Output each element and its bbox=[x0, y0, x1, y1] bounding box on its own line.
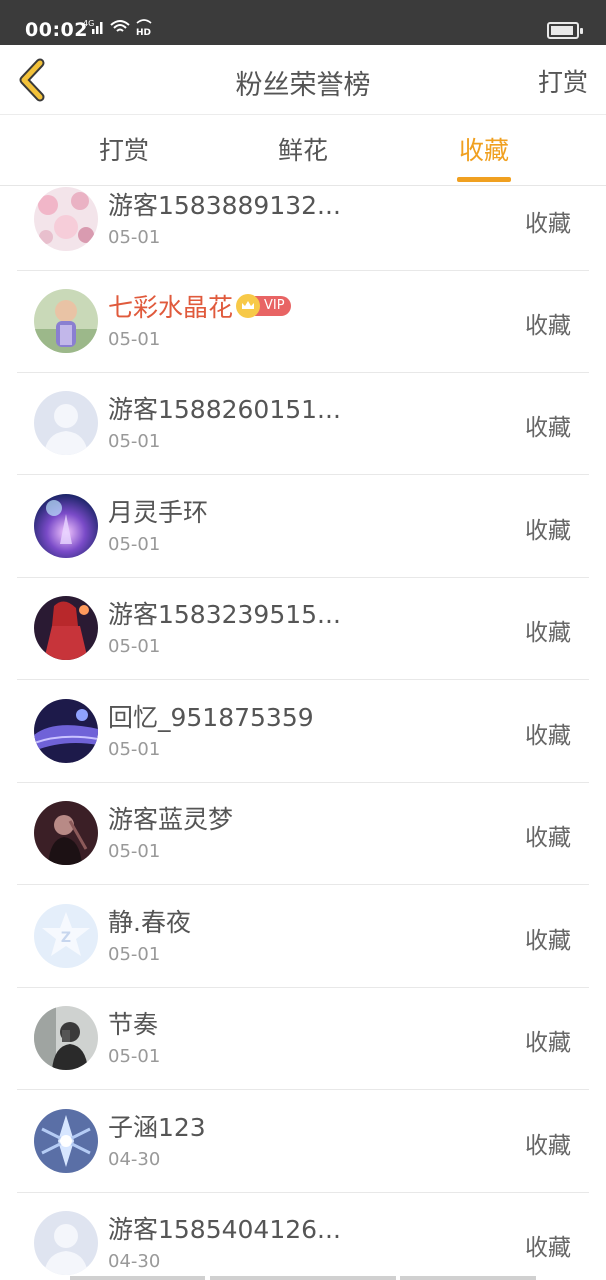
vip-badge: VIP bbox=[236, 294, 291, 318]
list-item[interactable]: 月灵手环 05-01 收藏 bbox=[17, 475, 589, 578]
user-name: 游客1585404126... bbox=[108, 1215, 341, 1244]
svg-text:Z: Z bbox=[61, 930, 71, 946]
action-label: 收藏 bbox=[525, 1235, 571, 1261]
crown-icon bbox=[236, 294, 261, 318]
user-name-text: 七彩水晶花 bbox=[108, 293, 234, 322]
item-date: 04-30 bbox=[108, 1251, 161, 1272]
hd-icon: HD bbox=[135, 18, 153, 40]
tab-favorites[interactable]: 收藏 bbox=[424, 116, 544, 186]
tab-bar: 打赏 鲜花 收藏 bbox=[0, 116, 606, 186]
signal-icon: 4G bbox=[83, 18, 105, 40]
user-name: 游客1583239515... bbox=[108, 600, 341, 629]
list-item[interactable]: 七彩水晶花 VIP 05-01 收藏 bbox=[17, 270, 589, 373]
hd-label: HD bbox=[136, 28, 151, 36]
avatar bbox=[34, 289, 98, 353]
wifi-icon bbox=[109, 18, 131, 40]
user-name: 静.春夜 bbox=[108, 908, 191, 937]
action-label: 收藏 bbox=[525, 211, 571, 237]
user-name: 游客1583889132... bbox=[108, 191, 341, 220]
avatar bbox=[34, 1109, 98, 1173]
item-date: 05-01 bbox=[108, 329, 161, 350]
item-date: 05-01 bbox=[108, 739, 161, 760]
user-name: 游客蓝灵梦 bbox=[108, 805, 234, 834]
action-label: 收藏 bbox=[525, 928, 571, 954]
list-item[interactable]: 游客1583889132... 05-01 收藏 bbox=[17, 186, 589, 271]
item-date: 05-01 bbox=[108, 636, 161, 657]
action-label: 收藏 bbox=[525, 620, 571, 646]
item-date: 04-30 bbox=[108, 1149, 161, 1170]
action-label: 收藏 bbox=[525, 313, 571, 339]
tab-flowers[interactable]: 鲜花 bbox=[243, 116, 363, 186]
qq-avatar-icon: Z bbox=[34, 904, 98, 968]
user-name: 七彩水晶花 VIP bbox=[108, 288, 291, 324]
user-name: 子涵123 bbox=[108, 1113, 206, 1142]
vip-label: VIP bbox=[255, 296, 291, 316]
bottom-divider bbox=[400, 1276, 536, 1280]
user-name: 月灵手环 bbox=[108, 498, 209, 527]
action-label: 收藏 bbox=[525, 1030, 571, 1056]
tab-tip[interactable]: 打赏 bbox=[64, 116, 184, 186]
nav-bar: 粉丝荣誉榜 打赏 bbox=[0, 45, 606, 115]
user-name: 节奏 bbox=[108, 1010, 159, 1039]
list-item[interactable]: 回忆_951875359 05-01 收藏 bbox=[17, 680, 589, 783]
status-time: 00:02 bbox=[25, 19, 88, 41]
avatar bbox=[34, 596, 98, 660]
tip-button[interactable]: 打赏 bbox=[538, 63, 588, 99]
item-date: 05-01 bbox=[108, 227, 161, 248]
avatar bbox=[34, 801, 98, 865]
avatar bbox=[34, 494, 98, 558]
status-bar: 00:02 4G HD bbox=[0, 0, 606, 45]
action-label: 收藏 bbox=[525, 1133, 571, 1159]
list-item[interactable]: Z 静.春夜 05-01 收藏 bbox=[17, 885, 589, 988]
avatar bbox=[34, 1006, 98, 1070]
item-date: 05-01 bbox=[108, 534, 161, 555]
user-name: 回忆_951875359 bbox=[108, 703, 314, 732]
bottom-divider bbox=[210, 1276, 396, 1280]
list-item[interactable]: 游客1588260151... 05-01 收藏 bbox=[17, 372, 589, 475]
list-item[interactable]: 节奏 05-01 收藏 bbox=[17, 987, 589, 1090]
fan-list[interactable]: 游客1583889132... 05-01 收藏 七彩水晶花 VIP 05-01… bbox=[0, 186, 606, 1280]
item-date: 05-01 bbox=[108, 944, 161, 965]
avatar bbox=[34, 187, 98, 251]
action-label: 收藏 bbox=[525, 825, 571, 851]
action-label: 收藏 bbox=[525, 415, 571, 441]
default-avatar-icon bbox=[34, 391, 98, 455]
item-date: 05-01 bbox=[108, 431, 161, 452]
network-type: 4G bbox=[83, 19, 94, 28]
status-icons: 4G HD bbox=[83, 18, 153, 40]
list-item[interactable]: 游客蓝灵梦 05-01 收藏 bbox=[17, 782, 589, 885]
user-name: 游客1588260151... bbox=[108, 395, 341, 424]
avatar bbox=[34, 699, 98, 763]
item-date: 05-01 bbox=[108, 1046, 161, 1067]
list-item[interactable]: 子涵123 04-30 收藏 bbox=[17, 1090, 589, 1193]
list-item[interactable]: 游客1585404126... 04-30 收藏 bbox=[17, 1192, 589, 1280]
action-label: 收藏 bbox=[525, 518, 571, 544]
item-date: 05-01 bbox=[108, 841, 161, 862]
battery-icon bbox=[547, 22, 583, 39]
page-title: 粉丝荣誉榜 bbox=[235, 70, 371, 101]
list-item[interactable]: 游客1583239515... 05-01 收藏 bbox=[17, 577, 589, 680]
default-avatar-icon bbox=[34, 1211, 98, 1275]
bottom-divider bbox=[70, 1276, 205, 1280]
action-label: 收藏 bbox=[525, 723, 571, 749]
